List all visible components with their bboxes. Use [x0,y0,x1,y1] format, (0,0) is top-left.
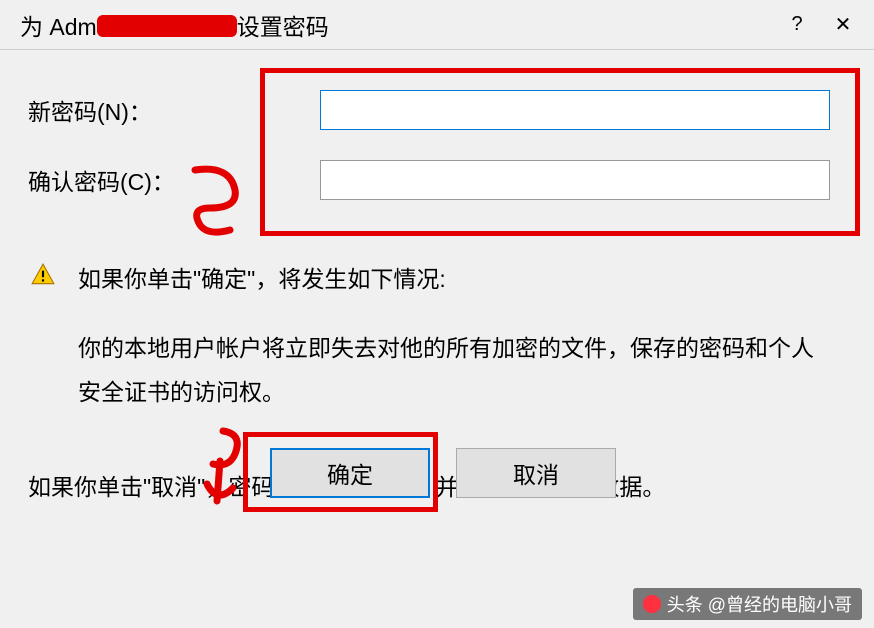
confirm-password-label: 确认密码(C)： [20,163,320,197]
confirm-password-input[interactable] [320,160,830,200]
warning-icon [30,262,56,288]
confirm-password-row: 确认密码(C)： [20,160,854,200]
button-row: 确定 取消 [270,448,616,498]
watermark: 头条 @曾经的电脑小哥 [633,588,862,620]
dialog-title: 为 Adm 设置密码 [20,8,774,42]
help-button[interactable]: ? [774,5,820,45]
redacted-username [97,15,237,37]
warning-row: 如果你单击"确定"，将发生如下情况: [20,230,854,299]
new-password-row: 新密码(N)： [20,90,854,130]
new-password-label: 新密码(N)： [20,93,320,127]
watermark-icon [643,595,661,613]
ok-button[interactable]: 确定 [270,448,430,498]
warning-headline: 如果你单击"确定"，将发生如下情况: [78,260,446,299]
watermark-text: 头条 @曾经的电脑小哥 [667,591,852,617]
new-password-input[interactable] [320,90,830,130]
title-suffix: 设置密码 [237,14,329,40]
cancel-button[interactable]: 取消 [456,448,616,498]
titlebar: 为 Adm 设置密码 ? ✕ [0,0,874,50]
close-button[interactable]: ✕ [820,5,866,45]
dialog-body: 新密码(N)： 确认密码(C)： 如果你单击"确定"，将发生如下情况: 你的本地… [0,50,874,526]
set-password-dialog: 为 Adm 设置密码 ? ✕ 新密码(N)： 确认密码(C)： 如果你单击"确定"… [0,0,874,628]
title-prefix: 为 Adm [20,14,97,40]
warning-detail: 你的本地用户帐户将立即失去对他的所有加密的文件，保存的密码和个人安全证书的访问权… [20,327,854,414]
